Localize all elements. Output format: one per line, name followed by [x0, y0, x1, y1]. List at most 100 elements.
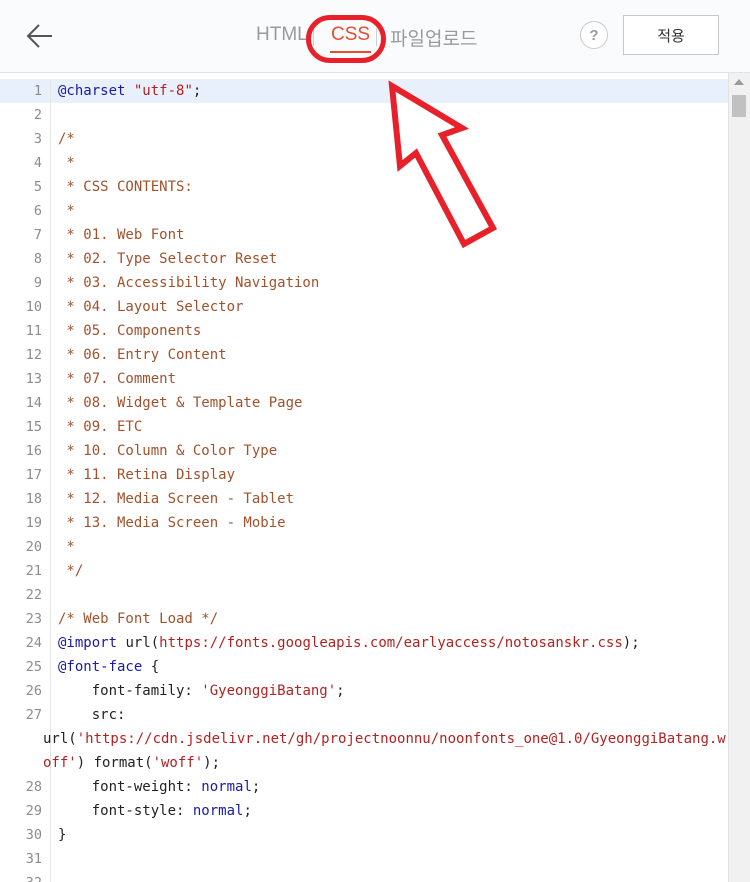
- code-line[interactable]: 20 *: [0, 535, 728, 559]
- code-line[interactable]: 18 * 12. Media Screen - Tablet: [0, 487, 728, 511]
- tab-file-upload[interactable]: 파일업로드: [390, 24, 477, 51]
- code-text: /*: [51, 127, 728, 151]
- code-line[interactable]: 5 * CSS CONTENTS:: [0, 175, 728, 199]
- code-line[interactable]: 28 font-weight: normal;: [0, 775, 728, 799]
- tab-html[interactable]: HTML: [256, 24, 308, 46]
- code-line[interactable]: 23 /* Web Font Load */: [0, 607, 728, 631]
- code-token: * 08. Widget & Template Page: [58, 395, 303, 411]
- line-number: 19: [25, 515, 42, 531]
- code-token: @import: [58, 635, 118, 651]
- code-text: src:: [51, 703, 728, 727]
- help-button[interactable]: ?: [580, 21, 608, 49]
- code-text: */: [51, 559, 728, 583]
- code-line[interactable]: 2: [0, 103, 728, 127]
- code-token: 'GyeonggiBatang': [201, 683, 337, 699]
- vertical-scrollbar[interactable]: [728, 73, 750, 882]
- code-token: src:: [58, 707, 126, 723]
- code-line[interactable]: 12 * 06. Entry Content: [0, 343, 728, 367]
- code-token: *: [58, 203, 75, 219]
- code-line[interactable]: off') format('woff');: [0, 751, 728, 775]
- active-tab-underline: [330, 51, 372, 53]
- code-token: font-family:: [58, 683, 202, 699]
- code-text: * 09. ETC: [51, 415, 728, 439]
- code-text: @import url(https://fonts.googleapis.com…: [51, 631, 728, 655]
- code-line[interactable]: 29 font-style: normal;: [0, 799, 728, 823]
- code-line[interactable]: 32: [0, 871, 728, 882]
- editor-toolbar: HTML CSS 파일업로드 ? 적용: [0, 0, 750, 73]
- code-token: * 04. Layout Selector: [58, 299, 244, 315]
- code-token: * 06. Entry Content: [58, 347, 227, 363]
- code-line[interactable]: 21 */: [0, 559, 728, 583]
- code-line[interactable]: 1 @charset "utf-8";: [0, 79, 728, 103]
- code-text: off') format('woff');: [43, 751, 728, 775]
- scroll-up-arrow-icon[interactable]: [734, 79, 744, 85]
- code-line[interactable]: 14 * 08. Widget & Template Page: [0, 391, 728, 415]
- code-line[interactable]: 15 * 09. ETC: [0, 415, 728, 439]
- line-number: 32: [0, 871, 50, 882]
- code-editor[interactable]: 1 @charset "utf-8"; 2 3/* 4 * 5 * CSS CONTENT…: [0, 73, 750, 882]
- code-line[interactable]: 22: [0, 583, 728, 607]
- code-line[interactable]: 17 * 11. Retina Display: [0, 463, 728, 487]
- line-number: 1: [33, 83, 42, 99]
- code-text: *: [51, 535, 728, 559]
- code-text: * 08. Widget & Template Page: [51, 391, 728, 415]
- code-token: *: [58, 539, 75, 555]
- code-text: @charset "utf-8";: [51, 79, 728, 103]
- code-line[interactable]: 27 src:: [0, 703, 728, 727]
- code-token: * 10. Column & Color Type: [58, 443, 278, 459]
- code-line[interactable]: 11 * 05. Components: [0, 319, 728, 343]
- line-number: 12: [25, 347, 42, 363]
- line-number: 20: [25, 539, 42, 555]
- code-line[interactable]: 7 * 01. Web Font: [0, 223, 728, 247]
- line-number: 22: [25, 587, 42, 603]
- line-number: 5: [33, 179, 42, 195]
- code-token: normal: [201, 779, 252, 795]
- scrollbar-thumb[interactable]: [732, 95, 746, 117]
- code-line[interactable]: 24 @import url(https://fonts.googleapis.c…: [0, 631, 728, 655]
- code-token: ;: [251, 779, 261, 795]
- code-line[interactable]: 10 * 04. Layout Selector: [0, 295, 728, 319]
- apply-button[interactable]: 적용: [623, 15, 719, 55]
- code-line[interactable]: 13 * 07. Comment: [0, 367, 728, 391]
- code-line[interactable]: url('https://cdn.jsdelivr.net/gh/project…: [0, 727, 728, 751]
- code-token: ;: [336, 683, 345, 699]
- tab-css[interactable]: CSS: [330, 24, 372, 53]
- line-number: 13: [25, 371, 42, 387]
- code-text: * 10. Column & Color Type: [51, 439, 728, 463]
- code-line[interactable]: 16 * 10. Column & Color Type: [0, 439, 728, 463]
- code-token: /* Web Font Load */: [58, 611, 219, 627]
- code-line[interactable]: 30}: [0, 823, 728, 847]
- code-token: ) format(: [76, 755, 153, 771]
- line-number: 30: [25, 827, 42, 843]
- code-line[interactable]: 26 font-family: 'GyeonggiBatang';: [0, 679, 728, 703]
- code-line[interactable]: 19 * 13. Media Screen - Mobie: [0, 511, 728, 535]
- code-text: * 12. Media Screen - Tablet: [51, 487, 728, 511]
- line-number: 14: [25, 395, 42, 411]
- code-token: * 07. Comment: [58, 371, 177, 387]
- code-line[interactable]: 8 * 02. Type Selector Reset: [0, 247, 728, 271]
- code-token: * 05. Components: [58, 323, 202, 339]
- code-line[interactable]: 25 @font-face {: [0, 655, 728, 679]
- code-token: * 12. Media Screen - Tablet: [58, 491, 295, 507]
- line-number: 2: [33, 107, 42, 123]
- code-text: font-family: 'GyeonggiBatang';: [51, 679, 728, 703]
- code-token: normal: [192, 803, 244, 819]
- code-line[interactable]: 3 /*: [0, 127, 728, 151]
- line-number: 4: [33, 155, 42, 171]
- code-text: /* Web Font Load */: [51, 607, 728, 631]
- code-token: * 11. Retina Display: [58, 467, 236, 483]
- code-text: @font-face {: [51, 655, 728, 679]
- code-token: font-style:: [58, 803, 193, 819]
- code-line[interactable]: 6 *: [0, 199, 728, 223]
- code-line[interactable]: 4 *: [0, 151, 728, 175]
- code-token: url(: [117, 635, 160, 651]
- code-line[interactable]: 9 * 03. Accessibility Navigation: [0, 271, 728, 295]
- code-token: off': [43, 755, 77, 771]
- code-line[interactable]: 31: [0, 847, 728, 871]
- tab-divider: [313, 28, 314, 46]
- code-text: * 06. Entry Content: [51, 343, 728, 367]
